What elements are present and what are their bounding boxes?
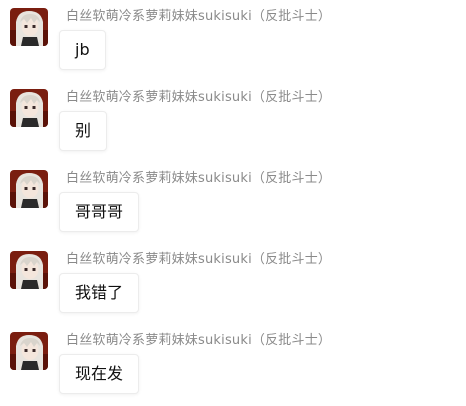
- anime-girl-avatar-icon[interactable]: [10, 8, 48, 46]
- chat-message: 白丝软萌冷系萝莉妹妹sukisuki（反批斗士） jb: [0, 0, 466, 80]
- message-bubble[interactable]: 现在发: [59, 354, 140, 394]
- message-bubble[interactable]: 别: [59, 111, 108, 151]
- chat-message: 白丝软萌冷系萝莉妹妹sukisuki（反批斗士） 我错了: [0, 243, 466, 323]
- message-bubble[interactable]: 我错了: [59, 273, 140, 313]
- anime-girl-avatar-icon[interactable]: [10, 89, 48, 127]
- sender-name[interactable]: 白丝软萌冷系萝莉妹妹sukisuki（反批斗士）: [66, 8, 331, 26]
- message-bubble[interactable]: 哥哥哥: [59, 192, 140, 232]
- message-bubble[interactable]: jb: [59, 30, 106, 70]
- sender-name[interactable]: 白丝软萌冷系萝莉妹妹sukisuki（反批斗士）: [66, 89, 331, 107]
- chat-message: 白丝软萌冷系萝莉妹妹sukisuki（反批斗士） 哥哥哥: [0, 162, 466, 242]
- anime-girl-avatar-icon[interactable]: [10, 170, 48, 208]
- anime-girl-avatar-icon[interactable]: [10, 251, 48, 289]
- sender-name[interactable]: 白丝软萌冷系萝莉妹妹sukisuki（反批斗士）: [66, 170, 331, 188]
- anime-girl-avatar-icon[interactable]: [10, 332, 48, 370]
- sender-name[interactable]: 白丝软萌冷系萝莉妹妹sukisuki（反批斗士）: [66, 251, 331, 269]
- chat-message: 白丝软萌冷系萝莉妹妹sukisuki（反批斗士） 现在发: [0, 324, 466, 404]
- sender-name[interactable]: 白丝软萌冷系萝莉妹妹sukisuki（反批斗士）: [66, 332, 331, 350]
- chat-message: 白丝软萌冷系萝莉妹妹sukisuki（反批斗士） 别: [0, 81, 466, 161]
- chat-message-list: 白丝软萌冷系萝莉妹妹sukisuki（反批斗士） jb 白丝软萌冷系萝莉妹妹su…: [0, 0, 466, 406]
